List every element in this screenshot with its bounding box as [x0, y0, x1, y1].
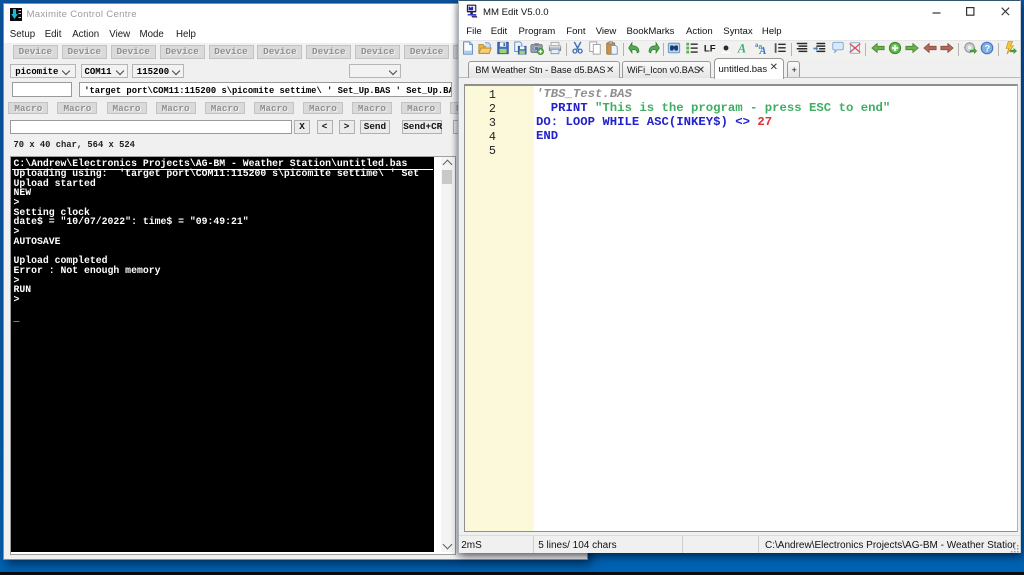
svg-text:A: A [737, 41, 746, 55]
svg-text:A: A [758, 46, 766, 55]
svg-text:LF: LF [704, 44, 716, 55]
svg-text:?: ? [985, 44, 991, 54]
